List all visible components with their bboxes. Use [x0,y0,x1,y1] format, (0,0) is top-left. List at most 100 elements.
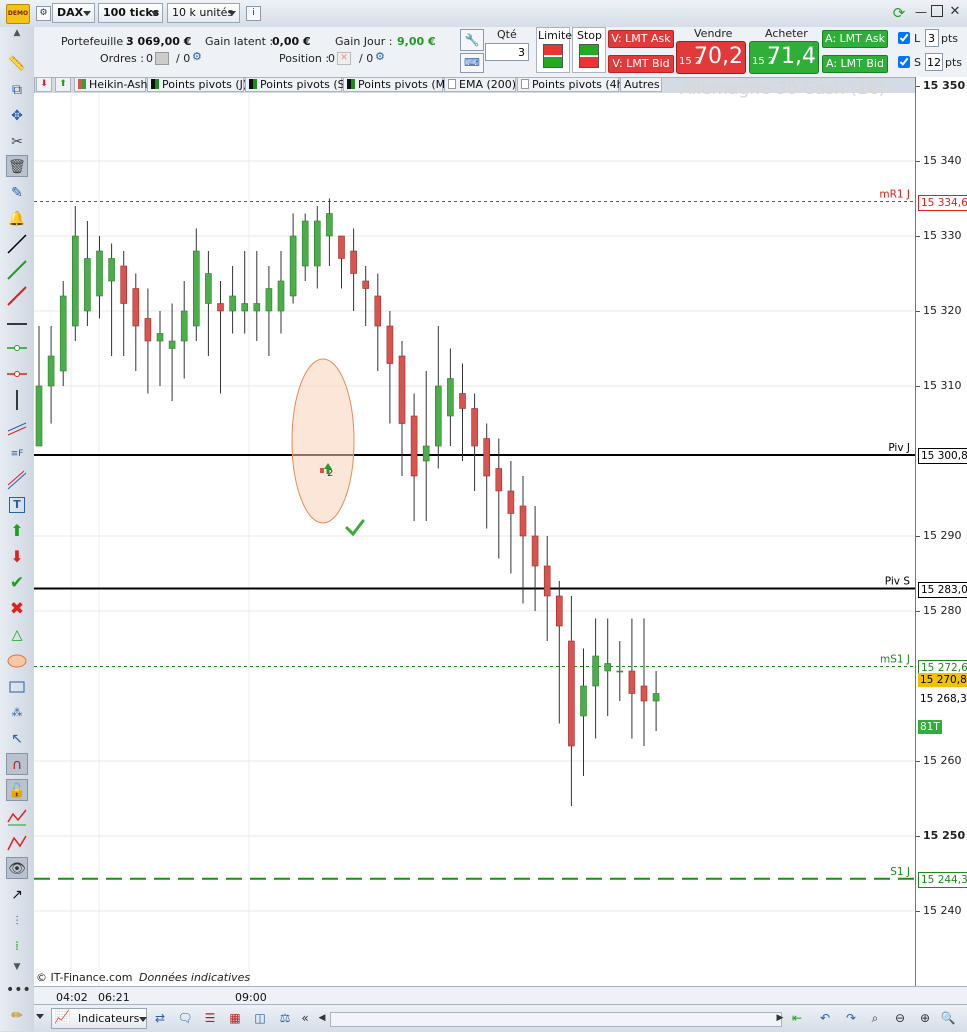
settings-icon[interactable]: ⚙ [36,6,51,21]
zoom-reset-icon[interactable]: ⌕ [867,1010,883,1026]
fit-icon[interactable]: ⇤ [789,1010,805,1026]
arrow-up-icon[interactable]: ⬆ [6,520,28,542]
sell-lmt-bid-button[interactable]: V: LMT Bid [608,55,674,73]
time-axis[interactable]: 04:02 06:21 09:00 [34,986,967,1005]
table-icon[interactable]: ▦ [227,1010,243,1026]
limit-box[interactable]: Limite [536,27,572,73]
indicators-button[interactable]: 📈 Indicateurs [51,1008,147,1029]
buy-price-button[interactable]: 15 2 71,4 [749,41,819,74]
tab-heikin-ashi[interactable]: Heikin-Ashi [74,77,151,92]
stop-box[interactable]: Stop [572,27,606,73]
price-chart[interactable]: Allemagne 30 Cash (1€) mR1 J Piv J Piv SmS… [34,79,915,986]
tools-icon[interactable]: ✂ [6,131,28,153]
tools-button[interactable]: 🔧 [460,29,484,51]
remove-indicator-icon[interactable]: ⬇ [36,77,52,92]
orders-cancel-icon[interactable] [155,52,169,65]
text-tool-icon[interactable]: T [6,494,28,516]
sell-lmt-ask-button[interactable]: V: LMT Ask [608,30,674,48]
ruler-icon[interactable]: 📏 [6,53,28,75]
horizontal-line-icon[interactable] [6,313,28,335]
eye-icon[interactable]: 👁 [6,857,28,879]
instrument-select[interactable]: DAX [52,3,95,23]
tab-pivots-j[interactable]: Points pivots (J) [147,77,247,92]
horizontal-scrollbar[interactable] [330,1012,782,1027]
zigzag-icon[interactable] [6,806,28,828]
keyboard-icon[interactable]: ⌨ [460,53,484,73]
minimize-icon[interactable]: — [914,4,928,20]
tab-pivots-s[interactable]: Points pivots (S) [245,77,349,92]
s-input[interactable] [925,53,943,71]
info-icon[interactable]: i [246,6,261,21]
line-black-icon[interactable] [6,233,28,255]
s-checkbox[interactable] [898,56,910,68]
compare-icon[interactable]: ◫ [252,1010,268,1026]
l-input[interactable] [925,29,939,47]
tab-autres[interactable]: Autres [620,77,662,92]
move-icon[interactable]: ✥ [6,105,28,127]
vertical-dots-icon[interactable]: ⁞ [6,935,28,957]
horizontal-red-icon[interactable] [6,363,28,385]
gear-icon[interactable]: ⚙ [192,50,202,63]
check-icon[interactable]: ✔ [6,572,28,594]
cursor-icon[interactable]: ↖ [6,728,28,750]
ticks-select[interactable]: 100 ticks [98,3,163,23]
units-select[interactable]: 10 k unités [167,3,240,23]
list-icon[interactable]: ☰ [202,1010,218,1026]
gear-icon[interactable]: ⚙ [375,50,385,63]
menu-dropdown-icon[interactable] [36,1014,44,1019]
rectangle-icon[interactable] [6,676,28,698]
lock-icon[interactable]: 🔓 [6,779,28,801]
channel-icon[interactable] [6,417,28,439]
buy-lmt-ask-button[interactable]: A: LMT Ask [822,30,888,48]
horizontal-green-icon[interactable] [6,337,28,359]
fibonacci-icon[interactable]: ≡F [6,443,28,465]
add-indicator-icon[interactable]: ⬆ [55,77,71,92]
alert-edit-icon[interactable]: ✎ [6,182,28,204]
vertical-line-icon[interactable] [6,389,28,411]
undo-icon[interactable]: ↶ [817,1010,833,1026]
chevron-down-icon[interactable] [139,1017,147,1022]
ellipse-icon[interactable] [6,650,28,672]
check-annotation-icon[interactable] [345,519,365,537]
ellipse-annotation[interactable] [291,358,355,524]
l-checkbox[interactable] [898,32,910,44]
pointer-icon[interactable]: ↗ [6,884,28,906]
arrow-down-icon[interactable]: ⬇ [6,546,28,568]
price-axis[interactable]: 15 350 15 340 15 330 15 320 15 310 15 290 15 2… [915,77,967,986]
qty-input[interactable] [485,43,529,61]
share-icon[interactable]: ⇄ [152,1010,168,1026]
magnet-icon[interactable]: ∩ [6,753,28,775]
close-icon[interactable]: ✕ [948,3,962,21]
sell-price-button[interactable]: 15 2 70,2 [676,41,746,74]
line-green-icon[interactable] [6,259,28,281]
trash-icon[interactable]: 🗑 [6,155,28,177]
comment-icon[interactable]: 🗨 [177,1010,193,1026]
cross-icon[interactable]: ✖ [6,598,28,620]
zoom-in-icon[interactable]: ⊕ [917,1010,933,1026]
more-icon[interactable]: ••• [6,979,31,1001]
sync-icon[interactable]: ⟳ [889,3,909,23]
triangle-icon[interactable]: △ [6,624,28,646]
zoom-out-icon[interactable]: ⊖ [892,1010,908,1026]
tab-ema[interactable]: EMA (200) [444,77,516,92]
scroll-left-icon[interactable]: ◀ [314,1010,330,1026]
bell-icon[interactable]: 🔔 [6,208,28,230]
tab-pivots-4h[interactable]: Points pivots (4h) [517,77,628,92]
scroll-back-icon[interactable]: « [297,1010,313,1026]
wave-icon[interactable] [6,832,28,854]
scale-icon[interactable]: ⚖ [277,1010,293,1026]
restore-icon[interactable] [931,5,943,17]
scroll-right-icon[interactable]: ▶ [772,1010,788,1026]
redo-icon[interactable]: ↷ [843,1010,859,1026]
scroll-down-icon[interactable]: ▼ [6,961,28,973]
pitchfork-icon[interactable] [6,469,28,491]
scroll-up-icon[interactable]: ▲ [6,27,28,39]
tab-pivots-m[interactable]: Points pivots (M) [343,77,449,92]
dotted-grid-icon[interactable]: ⫶ [6,910,28,932]
copy-icon[interactable]: ⧉ [6,79,28,101]
buy-lmt-bid-button[interactable]: A: LMT Bid [822,55,888,73]
search-icon[interactable]: 🔍 [940,1010,956,1026]
pencil-icon[interactable]: ✏ [6,1005,28,1027]
points-icon[interactable]: ⁂ [6,702,28,724]
position-cancel-icon[interactable]: ✕ [337,52,351,65]
